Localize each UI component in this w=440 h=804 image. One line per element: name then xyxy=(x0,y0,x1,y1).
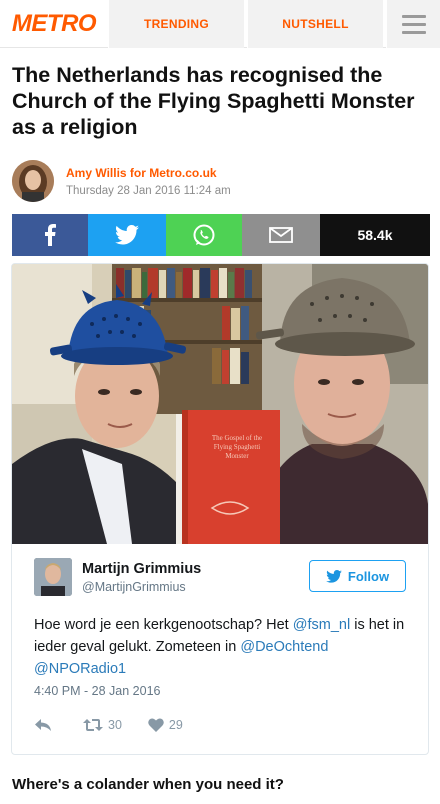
share-twitter-button[interactable] xyxy=(88,214,166,256)
like-count: 29 xyxy=(168,718,183,732)
email-icon xyxy=(269,227,293,243)
tweet-text: Hoe word je een kerkgenootschap? Het @fs… xyxy=(34,617,405,677)
whatsapp-icon xyxy=(193,224,215,246)
heart-icon xyxy=(148,718,164,732)
tweet-timestamp[interactable]: 4:40 PM - 28 Jan 2016 xyxy=(34,684,160,698)
facebook-icon xyxy=(45,224,56,246)
retweet-count: 30 xyxy=(108,718,122,732)
follow-label: Follow xyxy=(347,568,390,584)
twitter-bird-icon xyxy=(326,569,342,583)
metro-logo: METRO xyxy=(11,10,97,37)
hamburger-icon[interactable] xyxy=(386,0,440,48)
share-whatsapp-button[interactable] xyxy=(166,214,242,256)
tweet-author-name: Martijn Grimmius xyxy=(82,560,202,577)
share-email-button[interactable] xyxy=(242,214,320,256)
tweet-author[interactable]: Martijn Grimmius @MartijnGrimmius xyxy=(34,558,201,596)
tweet-photo[interactable]: The Gospel of the Flying Spaghetti Monst… xyxy=(12,264,428,544)
mention-nporadio1[interactable]: @NPORadio1 xyxy=(34,661,126,677)
mention-deochtend[interactable]: @DeOchtend xyxy=(240,639,328,655)
author-avatar[interactable] xyxy=(12,160,54,202)
author-link[interactable]: Amy Willis for Metro.co.uk xyxy=(66,166,231,180)
article-headline: The Netherlands has recognised the Churc… xyxy=(12,63,415,139)
byline: Amy Willis for Metro.co.uk Thursday 28 J… xyxy=(12,160,231,202)
twitter-icon xyxy=(115,225,139,245)
mention-fsm-nl[interactable]: @fsm_nl xyxy=(293,617,350,633)
tweet-author-handle: @MartijnGrimmius xyxy=(82,579,186,594)
embedded-tweet: The Gospel of the Flying Spaghetti Monst… xyxy=(11,263,429,755)
follow-button[interactable]: Follow xyxy=(309,560,406,592)
publish-date: Thursday 28 Jan 2016 11:24 am xyxy=(66,184,231,197)
top-nav: METRO TRENDING NUTSHELL xyxy=(0,0,440,48)
retweet-button[interactable]: 30 xyxy=(83,718,122,732)
tweet-actions: 30 29 xyxy=(34,718,209,732)
share-facebook-button[interactable] xyxy=(12,214,88,256)
share-bar: 58.4k xyxy=(12,214,430,256)
retweet-icon xyxy=(83,719,103,731)
tweet-avatar[interactable] xyxy=(34,558,72,596)
reply-icon xyxy=(35,719,51,731)
nav-nutshell[interactable]: NUTSHELL xyxy=(247,0,383,48)
logo-link[interactable]: METRO xyxy=(0,0,108,48)
like-button[interactable]: 29 xyxy=(148,718,183,732)
reply-button[interactable] xyxy=(34,718,57,732)
book-title: The Gospel of the Flying Spaghetti Monst… xyxy=(211,434,263,460)
nav-trending[interactable]: TRENDING xyxy=(108,0,244,48)
image-caption: Where's a colander when you need it? xyxy=(12,776,284,793)
share-count: 58.4k xyxy=(320,214,430,256)
